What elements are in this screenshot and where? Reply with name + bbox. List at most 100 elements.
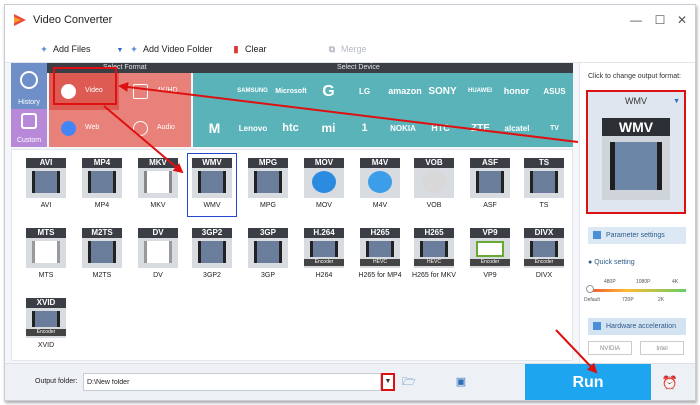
device-nokia[interactable]: NOKIA — [385, 110, 421, 147]
format-tile-xvid[interactable]: XVID Encoder XVID — [22, 294, 70, 356]
chip-icon — [593, 322, 601, 330]
device-motorola[interactable]: M — [199, 110, 230, 147]
device-google[interactable]: G — [313, 73, 344, 110]
format-thumbnail: ASF — [470, 158, 510, 198]
device-asus[interactable]: ASUS — [539, 73, 570, 110]
parameter-settings-label: Parameter settings — [606, 232, 665, 239]
format-thumbnail: 3GP — [248, 228, 288, 268]
device-lg[interactable]: LG — [349, 73, 380, 110]
device-huawei[interactable]: HUAWEI — [463, 73, 497, 110]
format-category-label: Web — [85, 124, 100, 131]
format-tile-mts[interactable]: MTS MTS — [22, 224, 70, 286]
clear-button[interactable]: ▮ Clear — [231, 42, 267, 56]
quality-slider-handle[interactable] — [586, 285, 594, 293]
format-tile-asf[interactable]: ASF ASF — [466, 154, 514, 216]
output-format-thumbnail: WMV — [602, 118, 670, 200]
parameter-settings-button[interactable]: Parameter settings — [588, 227, 686, 244]
format-tile-dv[interactable]: DV DV — [134, 224, 182, 286]
format-tag: H265 — [414, 228, 454, 238]
format-tile-h265-mkv[interactable]: H265 HEVC H265 for MKV — [410, 224, 458, 286]
video-folder-icon[interactable]: ▣ — [453, 374, 469, 390]
format-thumbnail: M4V — [360, 158, 400, 198]
format-thumbnail: AVI — [26, 158, 66, 198]
format-tile-wmv[interactable]: WMV WMV — [187, 153, 237, 217]
format-name: DIVX — [535, 272, 553, 279]
alarm-clock-icon[interactable]: ⏰ — [661, 374, 679, 392]
format-name: TS — [539, 202, 549, 209]
device-microsoft[interactable]: Microsoft — [273, 73, 309, 110]
add-video-folder-button[interactable]: ▼ + Add Video Folder — [115, 42, 213, 56]
device-apple[interactable] — [199, 73, 230, 110]
format-tag: MP4 — [82, 158, 122, 168]
device-htc[interactable]: htc — [275, 110, 306, 147]
device-oneplus[interactable]: 1 — [349, 110, 380, 147]
tick-1080p: 1080P — [636, 279, 651, 285]
sidebar-item-custom[interactable]: Custom — [11, 109, 47, 147]
format-tile-avi[interactable]: AVI AVI — [22, 154, 70, 216]
codec-badge: Encoder — [26, 329, 66, 336]
output-folder-label: Output folder: — [35, 378, 78, 385]
device-honor[interactable]: honor — [501, 73, 532, 110]
film-icon — [254, 171, 282, 193]
hardware-acceleration-toggle[interactable]: Hardware acceleration — [588, 318, 686, 335]
device-xiaomi[interactable]: mi — [313, 110, 344, 147]
sidebar-item-label: History — [18, 99, 40, 106]
merge-button[interactable]: ⧉ Merge — [327, 42, 367, 56]
title-bar: Video Converter — ☐ ✕ — [5, 5, 695, 35]
device-label: G — [322, 83, 335, 100]
format-tile-h265-mp4[interactable]: H265 HEVC H265 for MP4 — [356, 224, 404, 286]
format-tile-m2ts[interactable]: M2TS M2TS — [78, 224, 126, 286]
device-tv[interactable]: TV — [539, 110, 570, 147]
run-button[interactable]: Run — [525, 364, 651, 400]
quicktime-icon — [312, 171, 336, 193]
close-button[interactable]: ✕ — [673, 11, 691, 29]
device-amazon[interactable]: amazon — [387, 73, 423, 110]
device-label: ZTE — [471, 123, 490, 134]
codec-badge: HEVC — [414, 259, 454, 266]
device-zte[interactable]: ZTE — [465, 110, 496, 147]
device-samsung[interactable]: SAMSUNG — [237, 73, 268, 110]
device-alcatel[interactable]: alcatel — [499, 110, 535, 147]
maximize-button[interactable]: ☐ — [651, 11, 669, 29]
format-category-audio[interactable]: Audio — [121, 110, 191, 147]
format-category-4k-hd[interactable]: 4K/HD — [121, 73, 191, 110]
format-tile-3gp2[interactable]: 3GP2 3GP2 — [188, 224, 236, 286]
format-thumbnail: 3GP2 — [192, 228, 232, 268]
folder-open-icon[interactable]: 🗁 — [401, 374, 417, 390]
output-panel: Click to change output format: WMV ▼ WMV… — [579, 63, 695, 363]
minimize-button[interactable]: — — [627, 11, 645, 29]
intel-chip[interactable]: Intel — [640, 341, 684, 355]
format-thumbnail: H265 HEVC — [414, 228, 454, 268]
format-tag: M4V — [360, 158, 400, 168]
device-label: LG — [358, 87, 371, 96]
format-category-web[interactable]: Web — [49, 110, 119, 147]
quality-slider[interactable] — [588, 289, 686, 292]
format-tile-mpg[interactable]: MPG MPG — [244, 154, 292, 216]
tick-default: Default — [584, 297, 600, 303]
format-tag: H265 — [360, 228, 400, 238]
sidebar-item-history[interactable]: History — [11, 63, 47, 109]
format-tag: VOB — [414, 158, 454, 168]
format-tile-mkv[interactable]: MKV MKV — [134, 154, 182, 216]
format-tile-h264[interactable]: H.264 Encoder H264 — [300, 224, 348, 286]
format-tile-m4v[interactable]: M4V M4V — [356, 154, 404, 216]
device-lenovo[interactable]: Lenovo — [235, 110, 271, 147]
device-sony[interactable]: SONY — [427, 73, 458, 110]
add-files-button[interactable]: + Add Files — [39, 42, 90, 56]
format-tile-vob[interactable]: VOB VOB — [410, 154, 458, 216]
nvidia-chip[interactable]: NVIDIA — [588, 341, 632, 355]
output-format-selector[interactable]: WMV ▼ WMV — [586, 90, 686, 214]
format-tile-3gp[interactable]: 3GP 3GP — [244, 224, 292, 286]
device-htc-2[interactable]: HTC — [425, 110, 456, 147]
output-folder-dropdown[interactable]: ▼ — [381, 373, 395, 391]
output-folder-input[interactable] — [83, 373, 381, 391]
format-tile-divx[interactable]: DIVX Encoder DIVX — [520, 224, 568, 286]
format-tile-vp9[interactable]: VP9 Encoder VP9 — [466, 224, 514, 286]
chevron-down-icon: ▼ — [384, 378, 392, 385]
format-tile-mp4[interactable]: MP4 MP4 — [78, 154, 126, 216]
toolbar: + Add Files ▼ + Add Video Folder ▮ Clear ⧉ Me… — [5, 35, 695, 63]
format-category-video[interactable]: Video — [49, 73, 119, 110]
format-tile-ts[interactable]: TS TS — [520, 154, 568, 216]
format-tile-mov[interactable]: MOV MOV — [300, 154, 348, 216]
format-category-label: Audio — [157, 124, 175, 131]
